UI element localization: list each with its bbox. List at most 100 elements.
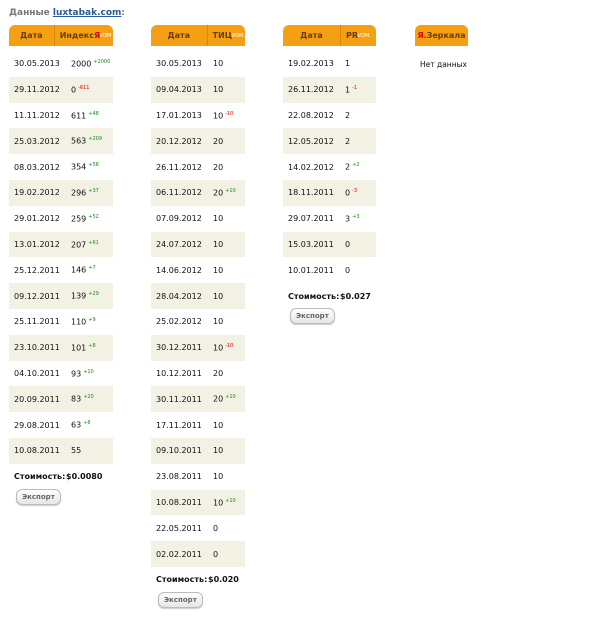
value-text: 10	[213, 446, 224, 456]
value-text: 0	[213, 523, 219, 533]
value-cell: 296 +37	[66, 188, 99, 198]
value-text: 20	[213, 136, 224, 146]
value-cell: 2000 +2000	[66, 59, 110, 69]
value-text: 354	[71, 162, 87, 172]
table-row: 29.08.2011 63 +8	[9, 412, 113, 438]
value-text: 10	[213, 291, 224, 301]
date-cell: 28.04.2012	[156, 291, 202, 301]
date-cell: 20.09.2011	[14, 394, 60, 404]
table-row: 20.12.2012 20	[151, 128, 245, 155]
date-cell: 30.05.2013	[14, 59, 60, 69]
value-cell: 0	[340, 240, 350, 249]
table-row: 22.08.2012 2	[283, 103, 376, 129]
value-text: 0	[345, 239, 351, 249]
table-row: 15.03.2011 0	[283, 231, 376, 258]
value-cell: 139 +29	[66, 291, 99, 301]
value-text: 0	[71, 85, 77, 95]
date-cell: 30.11.2011	[156, 394, 202, 404]
date-cell: 10.12.2011	[156, 368, 202, 378]
change-badge: +20	[83, 394, 94, 401]
table-row: 11.11.2012 611 +48	[9, 103, 113, 129]
change-badge: -3	[352, 188, 358, 195]
table-row: 06.11.2012 20 +10	[151, 179, 245, 206]
value-text: 259	[71, 214, 87, 224]
date-cell: 09.12.2011	[14, 291, 60, 301]
change-badge: +58	[88, 162, 99, 169]
export-button[interactable]: Экспорт	[158, 591, 203, 608]
change-badge: -10	[225, 342, 234, 349]
value-cell: 10	[208, 240, 223, 249]
export-button[interactable]: Экспорт	[290, 308, 335, 325]
value-cell: 259 +52	[66, 214, 99, 224]
value-column-header[interactable]: ТИЦ ИЗМ.	[208, 25, 245, 46]
value-text: 1	[345, 85, 351, 95]
table-header: Дата ТИЦ ИЗМ.	[151, 25, 245, 46]
table-header: Дата PR ИЗМ.	[283, 25, 376, 46]
change-badge: +8	[88, 342, 96, 349]
change-badge: +29	[88, 291, 99, 298]
date-cell: 29.11.2012	[14, 85, 60, 95]
domain-link[interactable]: luxtabak.com	[53, 8, 122, 18]
value-cell: 10	[208, 446, 223, 455]
cost-value: $0.0080	[66, 472, 103, 482]
date-cell: 30.12.2011	[156, 343, 202, 353]
value-text: 10	[213, 498, 224, 508]
table-row: 20.09.2011 83 +20	[9, 386, 113, 413]
date-column-header[interactable]: Дата	[9, 25, 55, 46]
date-cell: 09.10.2011	[156, 446, 202, 456]
value-cell: 93 +10	[66, 369, 94, 379]
date-cell: 25.11.2011	[14, 317, 60, 327]
value-cell: 20	[208, 369, 223, 378]
table-row: 23.10.2011 101 +8	[9, 334, 113, 361]
value-cell: 1	[340, 59, 350, 68]
date-cell: 08.03.2012	[14, 162, 60, 172]
change-badge: +3	[352, 213, 360, 220]
value-cell: 2 +2	[340, 162, 359, 172]
date-column-header[interactable]: Дата	[283, 25, 341, 46]
value-cell: 0	[208, 524, 218, 533]
cost-value: $0.020	[208, 575, 239, 585]
table-row: 30.12.2011 10 -10	[151, 334, 245, 361]
change-badge: +10	[225, 394, 236, 401]
value-cell: 0	[340, 266, 350, 275]
date-cell: 22.08.2012	[288, 110, 334, 120]
date-cell: 14.02.2012	[288, 162, 334, 172]
index-table: Дата Индекс Я ИЗМ. 30.05.2013 2000 +2000 29.11.…	[9, 25, 113, 505]
value-column-header[interactable]: Индекс Я ИЗМ.	[55, 25, 113, 46]
change-badge: +10	[83, 368, 94, 375]
date-cell: 26.11.2012	[288, 85, 334, 95]
value-column-header[interactable]: PR ИЗМ.	[341, 25, 371, 46]
date-cell: 10.08.2011	[14, 446, 60, 456]
date-cell: 24.07.2012	[156, 239, 202, 249]
date-cell: 13.01.2012	[14, 239, 60, 249]
table-row: 04.10.2011 93 +10	[9, 361, 113, 387]
value-cell: 3 +3	[340, 214, 359, 224]
change-header-label: ИЗМ.	[232, 32, 245, 39]
cost-label: Стоимость:	[288, 291, 340, 301]
table-row: 08.03.2012 354 +58	[9, 154, 113, 180]
value-cell: 2	[340, 111, 350, 120]
export-button[interactable]: Экспорт	[16, 488, 61, 505]
value-cell: 10	[208, 421, 223, 430]
date-cell: 26.11.2012	[156, 162, 202, 172]
mirrors-header-label: Зеркала	[426, 31, 466, 40]
date-cell: 25.02.2012	[156, 317, 202, 327]
date-cell: 06.11.2012	[156, 188, 202, 198]
cost-label: Стоимость:	[156, 575, 208, 585]
value-text: 207	[71, 240, 87, 250]
value-cell: 2	[340, 137, 350, 146]
date-column-header[interactable]: Дата	[151, 25, 208, 46]
date-cell: 12.05.2012	[288, 136, 334, 146]
date-cell: 17.01.2013	[156, 110, 202, 120]
date-cell: 15.03.2011	[288, 239, 334, 249]
cost-row: Стоимость: $0.027	[283, 289, 376, 303]
date-cell: 19.02.2013	[288, 59, 334, 69]
value-text: 20	[213, 162, 224, 172]
date-cell: 09.04.2013	[156, 85, 202, 95]
table-row: 25.12.2011 146 +7	[9, 257, 113, 283]
value-text: 611	[71, 111, 87, 121]
date-cell: 17.11.2011	[156, 420, 202, 430]
value-cell: 0 -611	[66, 85, 89, 95]
table-row: 29.11.2012 0 -611	[9, 76, 113, 103]
value-cell: 110 +9	[66, 317, 96, 327]
